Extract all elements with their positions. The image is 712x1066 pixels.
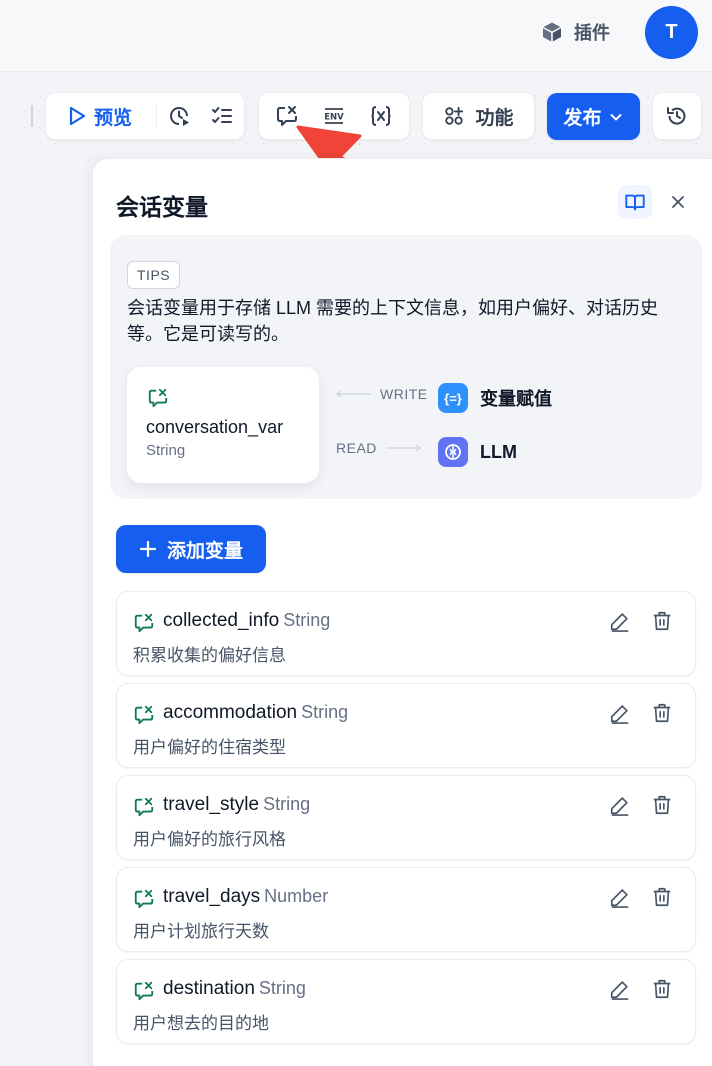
chat-variable-icon	[134, 705, 154, 725]
trash-icon[interactable]	[651, 886, 673, 908]
write-label: WRITE	[380, 386, 428, 402]
toolbar-divider	[31, 105, 33, 127]
variable-header: travel_days Number	[163, 886, 328, 908]
edit-icon[interactable]	[609, 610, 631, 632]
variable-item[interactable]: destination String 用户想去的目的地	[116, 959, 696, 1044]
trash-icon[interactable]	[651, 702, 673, 724]
variable-x-icon	[371, 106, 391, 126]
variable-name: accommodation	[163, 702, 298, 723]
read-flow: READ	[336, 440, 421, 456]
example-variable-card: conversation_var String	[127, 367, 319, 483]
variable-name: destination	[163, 978, 255, 999]
user-avatar[interactable]: T	[645, 6, 698, 59]
assign-node: {=} 变量赋值	[438, 383, 552, 413]
edit-icon[interactable]	[609, 702, 631, 724]
chat-variable-icon	[148, 388, 168, 408]
trash-icon[interactable]	[651, 610, 673, 632]
variable-item[interactable]: travel_days Number 用户计划旅行天数	[116, 867, 696, 952]
edit-icon[interactable]	[609, 794, 631, 816]
example-variable-type: String	[146, 442, 186, 459]
variable-name: collected_info	[163, 610, 280, 631]
variable-description: 积累收集的偏好信息	[133, 646, 286, 665]
cube-icon	[543, 22, 561, 42]
variable-type: Number	[264, 886, 329, 906]
variable-header: travel_style String	[163, 794, 310, 816]
plugins-button[interactable]: 插件	[540, 18, 610, 46]
apps-icon	[445, 106, 464, 125]
variable-header: destination String	[163, 978, 306, 1000]
edit-icon[interactable]	[609, 978, 631, 1000]
publish-label: 发布	[563, 108, 602, 129]
chat-variable-icon	[134, 889, 154, 909]
trash-icon[interactable]	[651, 978, 673, 1000]
write-flow: WRITE	[336, 386, 428, 402]
add-variable-label: 添加变量	[166, 540, 243, 562]
arrow-right-icon	[385, 444, 421, 452]
tips-text: 会话变量用于存储 LLM 需要的上下文信息，如用户偏好、对话历史等。它是可读写的…	[127, 298, 659, 344]
panel-title: 会话变量	[116, 194, 208, 220]
checklist-button[interactable]	[201, 96, 244, 136]
chat-variable-icon	[134, 613, 154, 633]
tips-badge: TIPS	[127, 261, 181, 289]
book-icon	[625, 194, 645, 211]
variable-description: 用户想去的目的地	[133, 1014, 269, 1033]
plus-icon	[139, 540, 157, 558]
play-icon	[69, 106, 86, 126]
toolbar-run-group: 预览	[45, 92, 245, 140]
arrow-left-icon	[336, 390, 371, 398]
close-panel-button[interactable]	[665, 189, 691, 215]
docs-button[interactable]	[618, 185, 652, 219]
trash-icon[interactable]	[651, 794, 673, 816]
variable-type: String	[263, 794, 311, 814]
assign-node-label: 变量赋值	[480, 389, 552, 409]
variable-name: travel_style	[163, 794, 260, 815]
chat-variable-icon	[134, 797, 154, 817]
run-history-button[interactable]	[157, 96, 200, 136]
llm-node-label: LLM	[480, 441, 517, 462]
clock-play-icon	[170, 107, 190, 126]
publish-button[interactable]: 发布	[547, 93, 640, 140]
llm-node: LLM	[438, 437, 517, 467]
add-variable-button[interactable]: 添加变量	[116, 525, 266, 573]
toolbar-variables-group: ENV	[258, 92, 410, 140]
variable-item[interactable]: collected_info String 积累收集的偏好信息	[116, 591, 696, 676]
svg-text:ENV: ENV	[324, 113, 344, 123]
example-variable-name: conversation_var	[146, 417, 284, 437]
history-icon	[667, 107, 686, 125]
plugins-label: 插件	[574, 23, 610, 43]
variable-type: String	[283, 610, 331, 630]
conversation-variables-panel: 会话变量 TIPS 会话变量用于存储 LLM 需要的上下文信息，如用户偏好、对话…	[92, 158, 712, 1066]
features-button[interactable]: 功能	[422, 92, 535, 140]
conversation-variables-button[interactable]	[265, 96, 309, 136]
variable-type: String	[258, 978, 306, 998]
checklist-icon	[212, 107, 233, 123]
variable-item[interactable]: travel_style String 用户偏好的旅行风格	[116, 775, 696, 860]
chat-variable-icon	[134, 981, 154, 1001]
variable-description: 用户计划旅行天数	[133, 922, 269, 941]
tips-box: TIPS 会话变量用于存储 LLM 需要的上下文信息，如用户偏好、对话历史等。它…	[110, 235, 702, 499]
features-label: 功能	[475, 107, 514, 129]
variable-type: String	[301, 702, 349, 722]
chat-variable-icon	[276, 106, 297, 126]
top-bar: 插件 T	[0, 0, 712, 72]
llm-icon	[438, 437, 468, 467]
variable-list: collected_info String 积累收集的偏好信息 accommoda…	[116, 591, 696, 1051]
variable-header: accommodation String	[163, 702, 348, 724]
global-variables-button[interactable]	[359, 96, 403, 136]
env-variables-button[interactable]: ENV	[312, 96, 356, 136]
version-history-button[interactable]	[652, 92, 702, 140]
edit-icon[interactable]	[609, 886, 631, 908]
read-label: READ	[336, 440, 377, 456]
variable-assign-icon: {=}	[438, 383, 468, 413]
env-icon: ENV	[324, 108, 344, 124]
variable-description: 用户偏好的旅行风格	[133, 830, 286, 849]
close-icon	[672, 196, 684, 208]
chevron-down-icon	[610, 113, 621, 120]
variable-name: travel_days	[163, 886, 261, 907]
preview-label: 预览	[94, 107, 133, 129]
variable-description: 用户偏好的住宿类型	[133, 738, 286, 757]
preview-button[interactable]: 预览	[46, 103, 156, 130]
variable-item[interactable]: accommodation String 用户偏好的住宿类型	[116, 683, 696, 768]
variable-header: collected_info String	[163, 610, 330, 632]
